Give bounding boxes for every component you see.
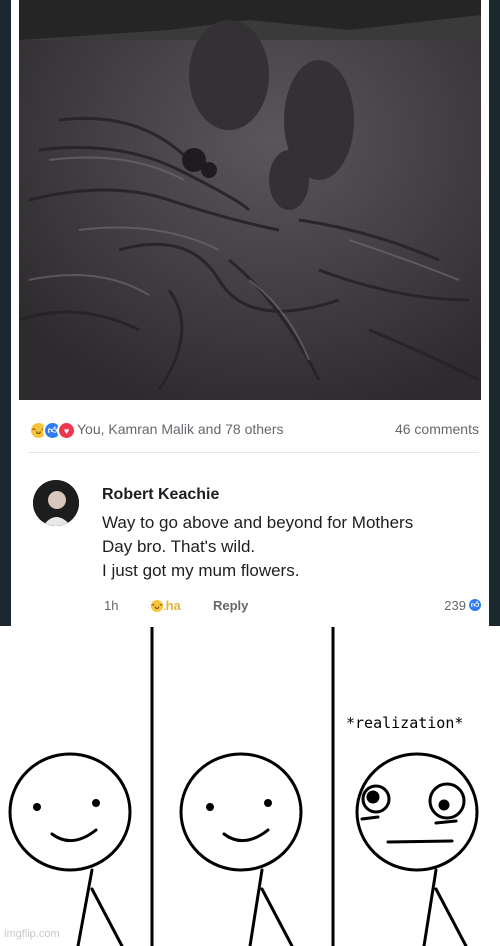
stick-figure-smiling [179,752,303,946]
realization-comic: *realization* imgflip.com [0,627,500,946]
like-icon: 👍︎ [467,597,483,613]
comment-author[interactable]: Robert Keachie [102,486,219,504]
bedsheet-photo [19,0,481,400]
reaction-names[interactable]: You, Kamran Malik and 78 others [77,421,284,437]
stick-figure-realization [355,752,479,946]
facebook-post-screenshot: ᵔᴗᵔ 👍︎ ♥ You, Kamran Malik and 78 others… [0,0,500,626]
comment-time: 1h [104,598,119,613]
stick-figure-smiling [8,752,132,946]
reply-button[interactable]: Reply [213,598,248,613]
comment-reaction-count[interactable]: 239 [444,598,466,613]
comment-line: I just got my mum flowers. [102,561,300,580]
haha-icon: ᵔᴗᵔ [149,598,165,614]
post-card: ᵔᴗᵔ 👍︎ ♥ You, Kamran Malik and 78 others… [11,0,489,626]
realization-caption: *realization* [346,714,464,732]
comic-panels [8,627,479,946]
comment-line: Day bro. That's wild. [102,537,256,556]
comment-actions: 1h Haha Reply 239 ᵔᴗᵔ 👍︎ [104,597,484,616]
reactions-bar[interactable]: ᵔᴗᵔ 👍︎ ♥ You, Kamran Malik and 78 others… [29,412,479,448]
comment: Robert Keachie Way to go above and beyon… [33,476,483,621]
divider [29,452,479,453]
love-icon: ♥ [57,421,76,440]
comment-text: Way to go above and beyond for Mothers D… [102,511,472,583]
watermark: imgflip.com [4,928,60,940]
comment-line: Way to go above and beyond for Mothers [102,513,414,532]
comment-count[interactable]: 46 comments [395,421,479,437]
avatar[interactable] [33,480,79,526]
